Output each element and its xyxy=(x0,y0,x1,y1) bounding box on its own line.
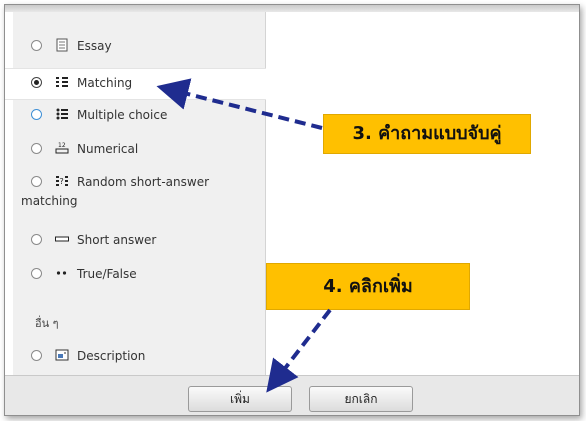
option-short-answer[interactable]: Short answer xyxy=(13,230,265,250)
random-short-answer-icon: ? xyxy=(55,174,69,188)
dialog-footer: เพิ่ม ยกเลิก xyxy=(5,375,579,415)
option-label-random-short-answer-line2: matching xyxy=(21,194,78,208)
annotation-step4: 4. คลิกเพิ่ม xyxy=(266,263,470,310)
dialog-top-edge xyxy=(5,5,579,12)
numerical-icon: 12 xyxy=(55,141,69,155)
true-false-icon xyxy=(55,266,69,280)
option-description[interactable]: Description xyxy=(13,346,265,366)
option-label-matching: Matching xyxy=(77,76,133,90)
option-label-essay: Essay xyxy=(77,39,112,53)
description-icon xyxy=(55,348,69,362)
radio-short-answer[interactable] xyxy=(31,234,42,245)
option-random-short-answer[interactable]: ? Random short-answer matching xyxy=(13,172,265,212)
essay-icon xyxy=(55,38,69,52)
multiple-choice-icon xyxy=(55,107,69,121)
option-label-multiple-choice: Multiple choice xyxy=(77,108,168,122)
short-answer-icon xyxy=(55,232,69,246)
radio-true-false[interactable] xyxy=(31,268,42,279)
option-label-true-false: True/False xyxy=(77,267,137,281)
svg-text:12: 12 xyxy=(58,142,66,149)
radio-matching[interactable] xyxy=(31,77,42,88)
option-numerical[interactable]: 12 Numerical xyxy=(13,139,265,159)
other-group-label: อื่น ๆ xyxy=(35,317,59,330)
option-essay[interactable]: Essay xyxy=(13,36,265,56)
matching-icon xyxy=(55,75,69,89)
radio-multiple-choice[interactable] xyxy=(31,109,42,120)
option-matching[interactable]: Matching xyxy=(5,68,267,100)
radio-essay[interactable] xyxy=(31,40,42,51)
question-type-list: Essay Matching Multiple choice 12 Numeri… xyxy=(5,12,267,375)
dialog-frame: Essay Matching Multiple choice 12 Numeri… xyxy=(4,4,580,416)
annotation-step3: 3. คำถามแบบจับคู่ xyxy=(323,114,531,154)
cancel-button[interactable]: ยกเลิก xyxy=(309,386,413,412)
add-button[interactable]: เพิ่ม xyxy=(188,386,292,412)
option-true-false[interactable]: True/False xyxy=(13,264,265,284)
option-label-short-answer: Short answer xyxy=(77,233,157,247)
option-label-description: Description xyxy=(77,349,146,363)
svg-text:?: ? xyxy=(60,177,64,186)
option-label-random-short-answer: Random short-answer xyxy=(77,175,210,189)
question-type-summary-area xyxy=(266,12,579,375)
option-label-numerical: Numerical xyxy=(77,142,139,156)
radio-numerical[interactable] xyxy=(31,143,42,154)
option-multiple-choice[interactable]: Multiple choice xyxy=(13,105,265,125)
radio-description[interactable] xyxy=(31,350,42,361)
radio-random-short-answer[interactable] xyxy=(31,176,42,187)
